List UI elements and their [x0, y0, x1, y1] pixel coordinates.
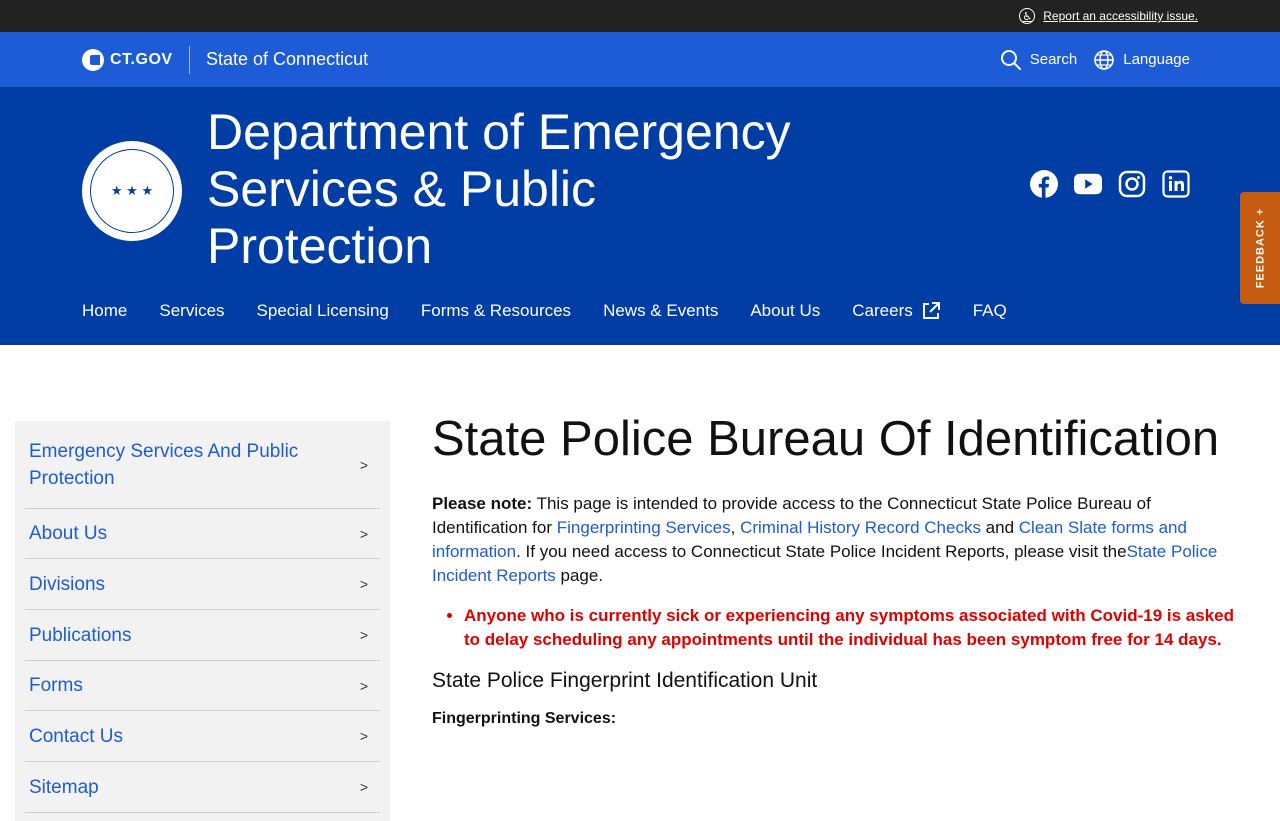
- external-link-icon: [922, 302, 940, 319]
- section-heading: State Police Fingerprint Identification …: [432, 669, 818, 692]
- search-icon: [1000, 49, 1021, 70]
- accessibility-icon: ♿: [1019, 8, 1036, 24]
- ctgov-logo-icon: [82, 49, 104, 71]
- chevron-right-icon: >: [359, 728, 368, 744]
- agency-seal[interactable]: ★ ★ ★: [82, 141, 182, 241]
- sidebar-item-label[interactable]: Sitemap: [29, 774, 99, 801]
- sidebar-item-about-us[interactable]: About Us >: [25, 509, 380, 559]
- nav-item-careers-label: Careers: [852, 301, 913, 320]
- criminal-history-link[interactable]: Criminal History Record Checks: [740, 518, 981, 537]
- linkedin-icon[interactable]: [1162, 170, 1190, 198]
- sidebar-item-forms[interactable]: Forms >: [25, 661, 380, 711]
- sidebar-item-contact-us[interactable]: Contact Us >: [25, 711, 380, 762]
- sidebar-list: Emergency Services And Public Protection…: [15, 421, 390, 813]
- sidebar-item-label[interactable]: Divisions: [29, 571, 105, 598]
- feedback-label: FEEDBACK +: [1254, 207, 1266, 289]
- chevron-right-icon: >: [359, 677, 368, 694]
- sidebar-item-sitemap[interactable]: Sitemap >: [25, 762, 380, 813]
- search-button[interactable]: Search: [1000, 49, 1078, 71]
- state-tools: Search Language: [1000, 32, 1190, 87]
- language-button[interactable]: Language: [1093, 49, 1190, 71]
- facebook-icon[interactable]: [1030, 170, 1058, 198]
- ctgov-logo-text: CT.GOV: [110, 51, 173, 68]
- chevron-right-icon: >: [359, 627, 368, 643]
- chevron-right-icon: >: [359, 525, 368, 542]
- sidebar-item-label[interactable]: Forms: [29, 672, 83, 699]
- state-bar: CT.GOV State of Connecticut Search Langu…: [0, 32, 1280, 87]
- accessibility-link[interactable]: ♿ Report an accessibility issue.: [1019, 0, 1198, 32]
- page-title: State Police Bureau Of Identification: [432, 412, 1220, 466]
- sidebar-item-esp[interactable]: Emergency Services And Public Protection…: [25, 421, 380, 509]
- intro-separator: and: [980, 518, 1019, 537]
- ctgov-logo[interactable]: CT.GOV: [82, 49, 173, 71]
- intro-paragraph: Please note: This page is intended to pr…: [432, 492, 1242, 588]
- nav-item-careers[interactable]: Careers: [852, 301, 940, 321]
- chevron-right-icon: >: [359, 576, 368, 592]
- sidebar-item-label[interactable]: Publications: [29, 622, 131, 649]
- globe-icon: [1094, 49, 1115, 70]
- search-label: Search: [1029, 51, 1078, 68]
- seal-icon: ★ ★ ★: [90, 149, 174, 233]
- nav-item-services[interactable]: Services: [159, 301, 224, 321]
- intro-separator: ,: [730, 518, 741, 537]
- social-links: [1030, 170, 1190, 198]
- language-label: Language: [1123, 51, 1190, 68]
- intro-text: . If you need access to Connecticut Stat…: [516, 542, 1127, 561]
- main-nav: Home Services Special Licensing Forms & …: [82, 301, 1007, 321]
- youtube-icon[interactable]: [1074, 170, 1102, 198]
- agency-header: ★ ★ ★ Department of Emergency Services &…: [0, 87, 1280, 345]
- intro-text: page.: [555, 566, 604, 585]
- sidebar: Emergency Services And Public Protection…: [15, 421, 390, 821]
- alert-list: Anyone who is currently sick or experien…: [432, 604, 1242, 652]
- nav-item-special-licensing[interactable]: Special Licensing: [257, 301, 389, 321]
- sidebar-item-label[interactable]: Emergency Services And Public Protection: [29, 438, 340, 492]
- state-divider: [189, 46, 190, 74]
- feedback-tab[interactable]: FEEDBACK +: [1240, 192, 1280, 304]
- note-label: Please note:: [432, 494, 533, 513]
- sidebar-item-divisions[interactable]: Divisions >: [25, 559, 380, 610]
- covid-alert: Anyone who is currently sick or experien…: [464, 604, 1242, 652]
- section-label: Fingerprinting Services:: [432, 710, 617, 727]
- instagram-icon[interactable]: [1118, 170, 1146, 198]
- nav-item-forms-resources[interactable]: Forms & Resources: [421, 301, 571, 321]
- sidebar-item-publications[interactable]: Publications >: [25, 610, 380, 661]
- nav-item-faq[interactable]: FAQ: [973, 301, 1007, 321]
- sidebar-item-label[interactable]: About Us: [29, 520, 107, 547]
- utility-bar: ♿ Report an accessibility issue.: [0, 0, 1280, 32]
- chevron-right-icon: >: [359, 779, 368, 795]
- state-name[interactable]: State of Connecticut: [206, 49, 368, 70]
- main-content: State Police Bureau Of Identification Pl…: [432, 410, 1242, 728]
- fingerprinting-services-link[interactable]: Fingerprinting Services: [557, 518, 731, 537]
- nav-item-news-events[interactable]: News & Events: [603, 301, 718, 321]
- sidebar-item-label[interactable]: Contact Us: [29, 723, 123, 750]
- accessibility-link-label: Report an accessibility issue.: [1043, 9, 1198, 23]
- nav-item-about-us[interactable]: About Us: [750, 301, 820, 321]
- chevron-right-icon: >: [359, 456, 368, 473]
- agency-title[interactable]: Department of Emergency Services & Publi…: [207, 104, 807, 275]
- nav-item-home[interactable]: Home: [82, 301, 127, 321]
